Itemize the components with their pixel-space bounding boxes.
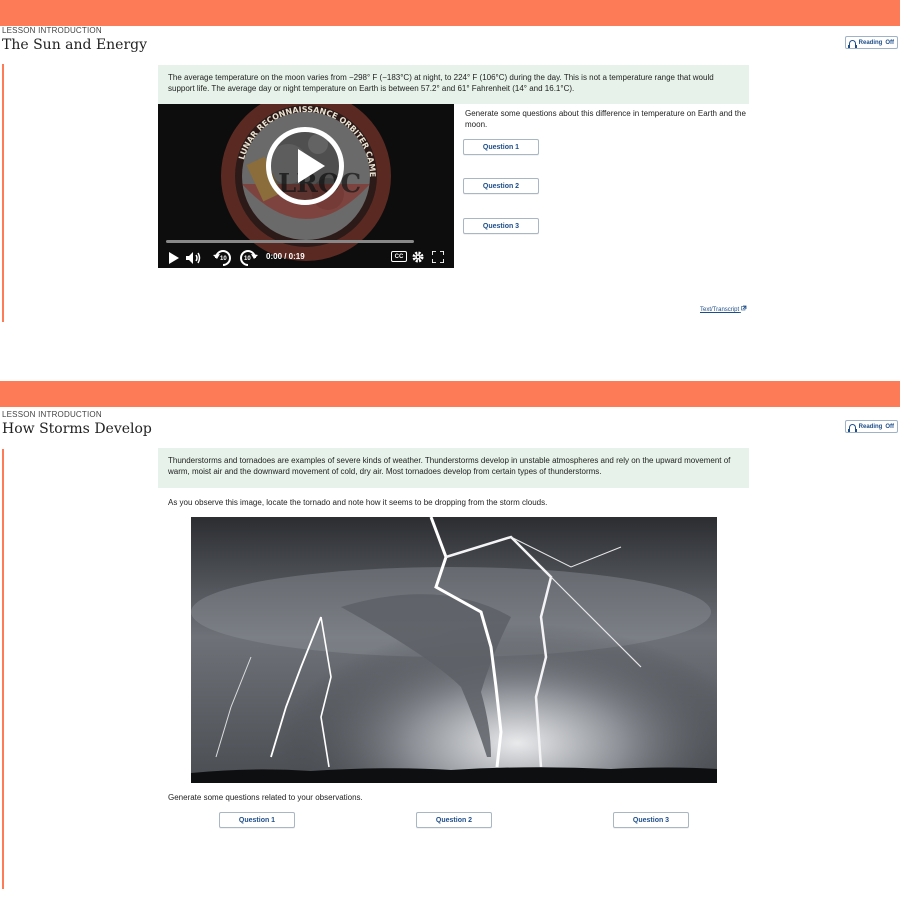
question-2-button[interactable]: Question 2 bbox=[416, 812, 492, 828]
tornado-lightning-image bbox=[191, 517, 717, 783]
headphones-icon bbox=[847, 423, 857, 432]
reading-state: Off bbox=[885, 423, 894, 430]
fullscreen-icon[interactable] bbox=[432, 251, 444, 263]
question-prompt: Generate some questions about this diffe… bbox=[465, 109, 746, 129]
header-band-bottom bbox=[0, 381, 900, 407]
question-3-button[interactable]: Question 3 bbox=[463, 218, 539, 234]
question-prompt: Generate some questions related to your … bbox=[168, 793, 363, 802]
lesson-title: How Storms Develop bbox=[2, 421, 152, 437]
lesson-eyebrow: LESSON INTRODUCTION bbox=[2, 26, 102, 35]
question-2-button[interactable]: Question 2 bbox=[463, 178, 539, 194]
video-progress-bar[interactable] bbox=[166, 240, 414, 243]
question-1-button[interactable]: Question 1 bbox=[463, 139, 539, 155]
video-controls: 10 10 0:00 / 0:19 CC bbox=[158, 247, 454, 268]
header-band-top bbox=[0, 0, 900, 26]
reading-state: Off bbox=[885, 39, 894, 46]
headphones-icon bbox=[847, 39, 857, 48]
observe-instruction: As you observe this image, locate the to… bbox=[168, 498, 548, 507]
lesson-panel-storms: LESSON INTRODUCTION How Storms Develop R… bbox=[0, 407, 900, 897]
volume-icon[interactable] bbox=[186, 252, 202, 264]
reading-toggle-button[interactable]: Reading Off bbox=[844, 36, 898, 49]
play-icon[interactable] bbox=[168, 252, 179, 264]
lesson-title: The Sun and Energy bbox=[2, 37, 148, 53]
intro-box: The average temperature on the moon vari… bbox=[158, 65, 749, 104]
reading-toggle-button[interactable]: Reading Off bbox=[844, 420, 898, 433]
transcript-label: Text/Transcript bbox=[700, 307, 740, 313]
reading-label: Reading bbox=[858, 423, 883, 430]
side-accent-rule bbox=[2, 64, 4, 322]
captions-button[interactable]: CC bbox=[391, 251, 407, 262]
lesson-eyebrow: LESSON INTRODUCTION bbox=[2, 410, 102, 419]
forward-10-label: 10 bbox=[244, 256, 251, 262]
question-3-button[interactable]: Question 3 bbox=[613, 812, 689, 828]
settings-gear-icon[interactable] bbox=[412, 251, 424, 263]
play-overlay-button[interactable] bbox=[266, 127, 344, 205]
side-accent-rule bbox=[2, 449, 4, 889]
intro-box: Thunderstorms and tornadoes are examples… bbox=[158, 448, 749, 488]
rewind-10-label: 10 bbox=[220, 256, 227, 262]
external-link-icon bbox=[740, 305, 747, 311]
question-1-button[interactable]: Question 1 bbox=[219, 812, 295, 828]
video-time: 0:00 / 0:19 bbox=[266, 252, 305, 261]
video-player[interactable]: LROC LUNAR RECONNAISSANCE ORBITER CAMERA… bbox=[158, 104, 454, 268]
transcript-link[interactable]: Text/Transcript bbox=[700, 305, 747, 313]
reading-label: Reading bbox=[858, 39, 883, 46]
